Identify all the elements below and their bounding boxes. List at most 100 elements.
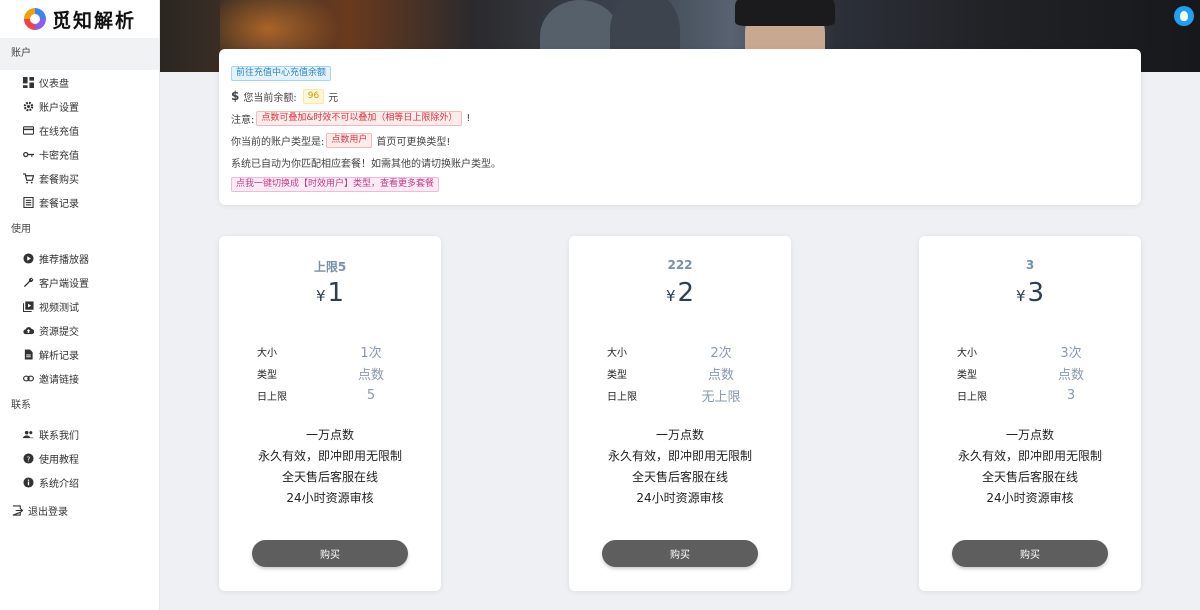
sidebar-item-label: 邀请链接 [39,374,79,386]
people-icon [22,428,34,440]
sidebar-item-video-test[interactable]: 视频测试 [0,294,159,318]
sidebar-item-label: 视频测试 [39,302,79,314]
plan-feature: 24小时资源审核 [286,491,374,505]
spec-value: 点数 [1057,367,1084,383]
note-label: 注意: [231,114,255,126]
plan-feature: 永久有效，即冲即用无限制 [257,449,402,463]
price-value: 1 [327,278,345,308]
sidebar-item-parse-records[interactable]: 解析记录 [0,342,159,366]
sidebar-item-contact-us[interactable]: 联系我们 [0,422,159,446]
sidebar-item-label: 仪表盘 [39,78,69,90]
spec-row-type: 类型 点数 [957,362,1111,384]
balance-value: 96 [302,88,325,104]
sidebar-item-tutorial[interactable]: ? 使用教程 [0,446,159,470]
plan-name: 222 [667,258,693,272]
sidebar-item-label: 推荐播放器 [39,254,89,266]
sidebar-item-label: 客户端设置 [39,278,89,290]
sidebar-item-card-recharge[interactable]: 卡密充值 [0,142,159,166]
sidebar-item-package-records[interactable]: 套餐记录 [0,190,159,214]
spec-row-size: 大小 1次 [257,340,411,362]
account-type-badge: 点数用户 [326,132,373,148]
sidebar-item-client-settings[interactable]: 客户端设置 [0,270,159,294]
sidebar-item-online-recharge[interactable]: 在线充值 [0,118,159,142]
plan-feature: 24小时资源审核 [986,491,1074,505]
sidebar-item-label: 账户设置 [39,102,79,114]
brand[interactable]: 觅知解析 [0,0,159,38]
brand-name: 觅知解析 [52,9,137,32]
spec-label: 日上限 [607,391,637,403]
video-library-icon [22,300,34,312]
spec-value: 5 [366,387,376,403]
spec-row-daily-limit: 日上限 无上限 [607,384,761,406]
section-title-account: 账户 [0,38,159,70]
plan-price: ¥2 [569,278,791,308]
plan-feature: 24小时资源审核 [636,491,724,505]
credit-card-icon [22,124,34,136]
account-type-hint: 首页可更换类型! [376,136,451,148]
sidebar-item-label: 资源提交 [39,326,79,338]
play-circle-icon [22,252,34,264]
help-circle-icon: ? [22,452,34,464]
switch-account-type-link[interactable]: 点我一键切换成【时效用户】类型，查看更多套餐 [231,176,440,192]
plan-name: 上限5 [313,260,347,274]
currency-symbol: ¥ [665,287,676,305]
plan-feature: 永久有效，即冲即用无限制 [607,449,752,463]
price-value: 2 [677,278,695,308]
recharge-center-link[interactable]: 前往充值中心充值余额 [231,65,332,81]
buy-button[interactable]: 购买 [952,540,1108,567]
banner-figure [735,0,835,26]
cart-icon [22,172,34,184]
key-icon [22,148,34,160]
currency-symbol: ¥ [315,287,326,305]
spec-value: 无上限 [701,389,741,405]
spec-value: 点数 [707,367,734,383]
spec-label: 大小 [957,347,977,359]
spec-label: 类型 [607,369,627,381]
plan-price: ¥1 [219,278,441,308]
plan-feature: 全天售后客服在线 [631,470,728,484]
dollar-icon: $ [231,89,240,103]
spec-value: 1次 [360,345,382,361]
plan-feature: 全天售后客服在线 [281,470,378,484]
balance-label: 您当前余额: [243,92,297,104]
sidebar-item-dashboard[interactable]: 仪表盘 [0,70,159,94]
buy-button[interactable]: 购买 [602,540,758,567]
plan-price: ¥3 [919,278,1141,308]
qq-contact-icon[interactable] [1174,6,1194,26]
balance-unit: 元 [328,92,339,104]
account-notice-card: 前往充值中心充值余额 $ 您当前余额: 96 元 注意: 点数可叠加&时效不可以… [219,49,1141,205]
plan-feature: 一万点数 [1005,428,1054,442]
sidebar-item-system-intro[interactable]: 系统介绍 [0,470,159,494]
plan-card: 3 ¥3 大小 3次 类型 点数 日上限 3 一万点数 永久有效，即冲即用无限制 全天… [919,236,1141,591]
buy-button[interactable]: 购买 [252,540,408,567]
sidebar-item-label: 套餐购买 [39,174,79,186]
plan-card: 222 ¥2 大小 2次 类型 点数 日上限 无上限 一万点数 永久有效，即冲即用无限… [569,236,791,591]
logout-button[interactable]: 退出登录 [0,498,159,522]
brand-logo-icon [24,8,46,30]
spec-value: 3 [1066,387,1076,403]
document-icon [22,348,34,360]
sidebar-item-resource-submit[interactable]: 资源提交 [0,318,159,342]
note-tag: 点数可叠加&时效不可以叠加（相等日上限除外） [256,110,463,126]
sidebar-item-label: 套餐记录 [39,198,79,210]
sidebar-item-label: 使用教程 [39,454,79,466]
sidebar-item-account-settings[interactable]: 账户设置 [0,94,159,118]
spec-row-type: 类型 点数 [257,362,411,384]
info-icon [22,476,34,488]
section-title-contact: 联系 [11,400,31,411]
account-type-label: 你当前的账户类型是: [231,136,325,148]
sidebar-item-label: 在线充值 [39,126,79,138]
spec-label: 大小 [607,347,627,359]
section-title-usage: 使用 [11,224,31,235]
sidebar-item-label: 联系我们 [39,430,79,442]
sidebar-item-label: 卡密充值 [39,150,79,162]
plan-feature: 全天售后客服在线 [981,470,1078,484]
gear-icon [22,100,34,112]
sidebar-item-recommended-player[interactable]: 推荐播放器 [0,246,159,270]
logout-icon [11,504,23,516]
sidebar-item-package-purchase[interactable]: 套餐购买 [0,166,159,190]
list-icon [22,196,34,208]
sidebar-item-invite-link[interactable]: 邀请链接 [0,366,159,390]
sidebar-item-label: 系统介绍 [39,478,79,490]
plan-name: 3 [1025,258,1035,272]
